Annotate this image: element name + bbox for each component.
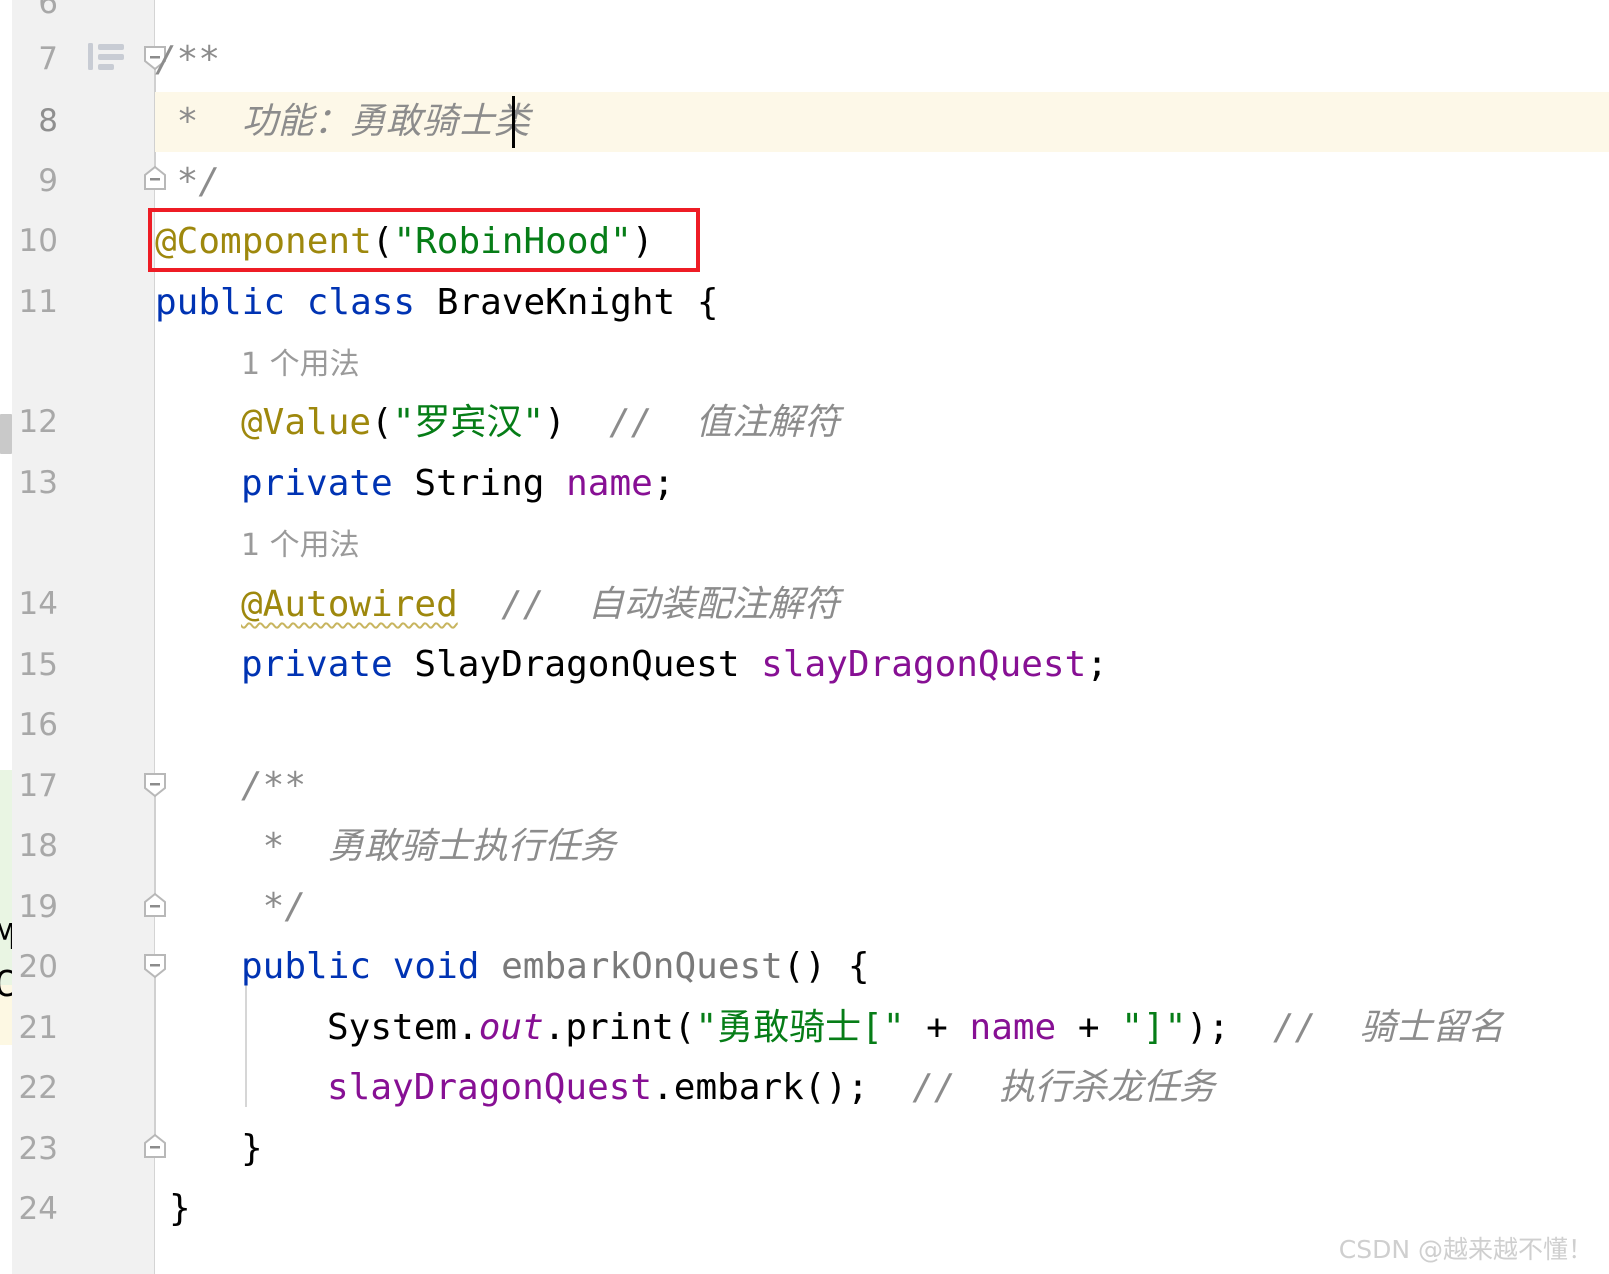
inlay-hint-label: 1 个用法: [241, 528, 360, 563]
code-line-20[interactable]: public void embarkOnQuest() {: [155, 937, 1609, 997]
token-comment: * 勇敢骑士执行任务: [241, 826, 616, 867]
token-comment: // 执行杀龙任务: [912, 1067, 1215, 1108]
line-number-13[interactable]: 13: [0, 468, 58, 499]
code-line-7[interactable]: /**: [155, 30, 1609, 90]
token-keyword: public void: [241, 946, 502, 987]
token-comment: /**: [241, 765, 307, 806]
token-field: name: [969, 1007, 1057, 1048]
token-field: slayDragonQuest: [761, 644, 1087, 685]
line-number-17[interactable]: 17: [0, 771, 58, 802]
inlay-hint-label: 1 个用法: [241, 347, 360, 382]
line-number-15[interactable]: 15: [0, 650, 58, 681]
code-line-12[interactable]: @Value("罗宾汉") // 值注解符: [155, 393, 1609, 453]
token-punct: ): [544, 402, 610, 443]
line-number-22[interactable]: 22: [0, 1073, 58, 1104]
token-string: "RobinHood": [393, 221, 632, 262]
token-string: "罗宾汉": [392, 402, 545, 443]
code-line-22[interactable]: slayDragonQuest.embark(); // 执行杀龙任务: [155, 1058, 1609, 1118]
token-string: "勇敢骑士[": [695, 1007, 905, 1048]
code-content[interactable]: /** * 功能：勇敢骑士类 */ @Component("RobinHood"…: [155, 0, 1609, 1274]
line-number-12[interactable]: 12: [0, 407, 58, 438]
token-punct: () {: [782, 946, 870, 987]
inlay-hint-usages-autowired[interactable]: 1 个用法: [155, 514, 1609, 574]
line-number-11[interactable]: 11: [0, 287, 58, 318]
line-number-24[interactable]: 24: [0, 1194, 58, 1225]
token-keyword: private: [241, 644, 415, 685]
token-punct: ): [631, 221, 654, 262]
token-punct: (: [371, 221, 394, 262]
code-line-9[interactable]: */: [155, 152, 1609, 212]
line-number-9[interactable]: 9: [0, 166, 58, 197]
line-number-18[interactable]: 18: [0, 831, 58, 862]
token-punct: );: [1186, 1007, 1273, 1048]
line-number-7[interactable]: 7: [0, 44, 58, 75]
line-number-6[interactable]: 6: [0, 0, 58, 19]
token-operator: +: [904, 1007, 970, 1048]
line-number-14[interactable]: 14: [0, 589, 58, 620]
line-number-16[interactable]: 16: [0, 710, 58, 741]
line-number-20[interactable]: 20: [0, 952, 58, 983]
token-punct: (: [371, 402, 393, 443]
code-line-13[interactable]: private String name;: [155, 454, 1609, 514]
code-editor[interactable]: M C 6 7 8 9 10 11 12 13 14 15 16 17 18 1…: [0, 0, 1609, 1274]
code-line-16[interactable]: [155, 696, 1609, 756]
token-punct: ;: [652, 463, 675, 504]
token-classname: BraveKnight {: [436, 282, 719, 323]
token-type: SlayDragonQuest: [414, 644, 762, 685]
inlay-hint-usages-name[interactable]: 1 个用法: [155, 333, 1609, 393]
token-type: String: [414, 463, 567, 504]
token-brace: }: [241, 1128, 263, 1169]
code-line-10[interactable]: @Component("RobinHood"): [155, 212, 1609, 272]
line-number-21[interactable]: 21: [0, 1013, 58, 1044]
token-annotation: @Component: [155, 221, 372, 262]
token-string: "]": [1121, 1007, 1187, 1048]
token-comment: */: [241, 886, 307, 927]
code-line-23[interactable]: }: [155, 1119, 1609, 1179]
token-comment: /**: [155, 39, 221, 80]
token-keyword: public class: [155, 282, 437, 323]
code-line-15[interactable]: private SlayDragonQuest slayDragonQuest;: [155, 635, 1609, 695]
code-line-17[interactable]: /**: [155, 756, 1609, 816]
editor-gutter[interactable]: 6 7 8 9 10 11 12 13 14 15 16 17 18 19 20…: [12, 0, 155, 1274]
token-keyword: private: [241, 463, 415, 504]
code-line-11[interactable]: public class BraveKnight {: [155, 273, 1609, 333]
token-punct: ;: [1086, 644, 1108, 685]
token-field: slayDragonQuest: [327, 1067, 653, 1108]
line-number-8[interactable]: 8: [0, 106, 58, 137]
code-line-8[interactable]: * 功能：勇敢骑士类: [155, 92, 1609, 152]
code-line-21[interactable]: System.out.print("勇敢骑士[" + name + "]"); …: [155, 998, 1609, 1058]
line-number-10[interactable]: 10: [0, 226, 58, 257]
token-comment: // 骑士留名: [1273, 1007, 1504, 1048]
text-caret: [512, 96, 515, 148]
line-number-23[interactable]: 23: [0, 1134, 58, 1165]
token-method-call: .embark();: [652, 1067, 913, 1108]
code-line-19[interactable]: */: [155, 877, 1609, 937]
token-brace: }: [169, 1188, 191, 1229]
token-comment: */: [155, 161, 221, 202]
token-comment: // 值注解符: [609, 402, 840, 443]
token-method-call: .print(: [543, 1007, 696, 1048]
code-line-18[interactable]: * 勇敢骑士执行任务: [155, 817, 1609, 877]
token-comment: // 自动装配注解符: [501, 584, 840, 625]
line-number-19[interactable]: 19: [0, 892, 58, 923]
token-field: name: [566, 463, 653, 504]
code-line-14[interactable]: @Autowired // 自动装配注解符: [155, 575, 1609, 635]
token-annotation: @Value: [241, 402, 372, 443]
code-line-6[interactable]: [155, 0, 1609, 30]
token-annotation-warning: @Autowired: [241, 584, 458, 625]
javadoc-gutter-icon[interactable]: [86, 40, 128, 74]
token-method-name: embarkOnQuest: [501, 946, 783, 987]
token-comment: * 功能：勇敢骑士类: [155, 101, 530, 142]
token-system: System.: [327, 1007, 479, 1048]
watermark: CSDN @越来越不懂！: [1338, 1235, 1593, 1264]
token-static-field: out: [478, 1007, 544, 1048]
token-operator: +: [1056, 1007, 1122, 1048]
